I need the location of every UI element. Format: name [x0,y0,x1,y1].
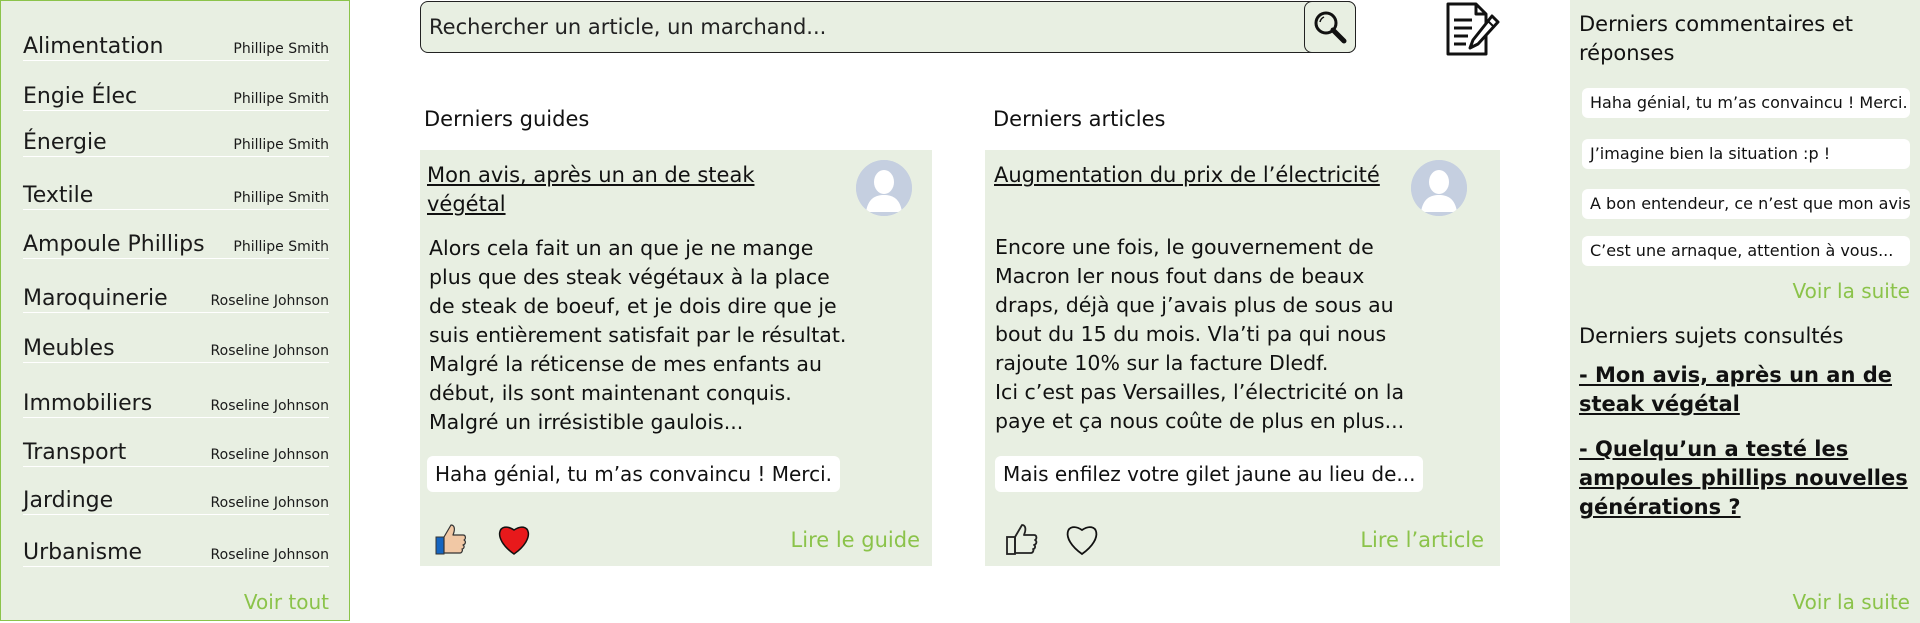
latest-comment-item[interactable]: C’est une arnaque, attention à vous... [1582,236,1910,266]
sidebar-item-category: Urbanisme [23,540,143,565]
article-card-latest-comment[interactable]: Mais enfilez votre gilet jaune au lieu d… [995,456,1424,492]
latest-comments-title: Derniers commentaires et réponses [1579,12,1854,65]
sidebar-item[interactable]: Jardinge Roseline Johnson [23,484,329,515]
sidebar-item-author: Phillipe Smith [233,190,329,206]
article-card-title[interactable]: Augmentation du prix de l’électricité [994,161,1414,190]
user-avatar-icon [1411,160,1467,216]
latest-comment-item[interactable]: Haha génial, tu m’as convaincu ! Merci. [1582,88,1910,118]
latest-comment-item[interactable]: A bon entendeur, ce n’est que mon avis! [1582,189,1910,219]
favorite-button[interactable] [1063,522,1101,560]
write-article-button[interactable] [1440,0,1500,58]
heart-outline-icon [1066,526,1098,556]
sidebar-item-category: Transport [23,440,127,465]
sidebar-item-author: Phillipe Smith [233,91,329,107]
search-button[interactable] [1304,1,1356,53]
sidebar-item-author: Phillipe Smith [233,239,329,255]
sidebar-item-category: Alimentation [23,34,164,59]
guide-card-title[interactable]: Mon avis, après un an de steak végétal [427,161,787,219]
sidebar-item-category: Immobiliers [23,391,153,416]
thumbs-up-outline-icon [1006,524,1038,555]
sidebar-item-author: Phillipe Smith [233,137,329,153]
see-all-link[interactable]: Voir tout [244,590,329,614]
recent-topics-title: Derniers sujets consultés [1579,324,1844,348]
heart-filled-icon [498,526,530,555]
search-icon [1314,11,1347,44]
guides-section-title: Derniers guides [424,107,590,131]
sidebar-item-author: Roseline Johnson [210,293,329,309]
sidebar-item[interactable]: Énergie Phillipe Smith [23,126,329,157]
sidebar-item-category: Maroquinerie [23,286,168,311]
sidebar-item-category: Ampoule Phillips [23,232,205,257]
recent-topic-link[interactable]: - Mon avis, après un an de steak végétal [1579,361,1909,419]
like-button[interactable] [1005,522,1039,560]
document-edit-icon [1446,2,1500,56]
read-guide-link[interactable]: Lire le guide [791,528,920,552]
sidebar-item-category: Meubles [23,336,115,361]
sidebar-item-author: Roseline Johnson [210,495,329,511]
sidebar-item[interactable]: Meubles Roseline Johnson [23,332,329,363]
article-card-excerpt: Encore une fois, le gouvernement de Macr… [995,233,1420,436]
sidebar-item-category: Jardinge [23,488,114,513]
recent-topic-link[interactable]: - Quelqu’un a testé les ampoules phillip… [1579,435,1909,522]
guide-card-latest-comment[interactable]: Haha génial, tu m’as convaincu ! Merci. [427,456,840,492]
avatar[interactable] [856,160,912,216]
sidebar-item-author: Phillipe Smith [233,41,329,57]
sidebar-item[interactable]: Textile Phillipe Smith [23,179,329,210]
latest-comment-item[interactable]: J’imagine bien la situation :p ! [1582,139,1910,169]
sidebar-item-author: Roseline Johnson [210,447,329,463]
sidebar-item[interactable]: Engie Élec Phillipe Smith [23,80,329,111]
activity-panel: Derniers commentaires et réponses Haha g… [1570,0,1920,623]
sidebar-item[interactable]: Urbanisme Roseline Johnson [23,536,329,567]
thumbs-up-icon [435,524,466,555]
topics-see-more-link[interactable]: Voir la suite [1793,590,1910,614]
sidebar-item[interactable]: Immobiliers Roseline Johnson [23,387,329,418]
guide-card: Mon avis, après un an de steak végétal A… [420,150,932,566]
sidebar-item-author: Roseline Johnson [210,547,329,563]
sidebar-item-author: Roseline Johnson [210,398,329,414]
sidebar-item[interactable]: Alimentation Phillipe Smith [23,30,329,61]
guide-card-excerpt: Alors cela fait un an que je ne mange pl… [429,236,847,434]
article-card: Augmentation du prix de l’électricité En… [985,150,1500,566]
sidebar-item[interactable]: Maroquinerie Roseline Johnson [23,282,329,313]
sidebar-item[interactable]: Ampoule Phillips Phillipe Smith [23,228,329,259]
sidebar-item-category: Énergie [23,130,107,155]
article-card-excerpt-paragraph: Encore une fois, le gouvernement de Macr… [995,235,1394,375]
sidebar-item-category: Textile [23,183,94,208]
sidebar-item-author: Roseline Johnson [210,343,329,359]
comments-see-more-link[interactable]: Voir la suite [1793,279,1910,303]
articles-section-title: Derniers articles [993,107,1166,131]
favorite-button[interactable] [495,522,533,560]
category-sidebar: Alimentation Phillipe Smith Engie Élec P… [0,0,350,621]
user-avatar-icon [856,160,912,216]
search-input[interactable] [421,1,1304,53]
sidebar-item-category: Engie Élec [23,84,138,109]
article-card-excerpt-paragraph: Ici c’est pas Versailles, l’électricité … [995,380,1405,433]
like-button[interactable] [434,522,468,560]
read-article-link[interactable]: Lire l’article [1360,528,1484,552]
avatar[interactable] [1411,160,1467,216]
search-bar [420,1,1356,53]
sidebar-item[interactable]: Transport Roseline Johnson [23,436,329,467]
